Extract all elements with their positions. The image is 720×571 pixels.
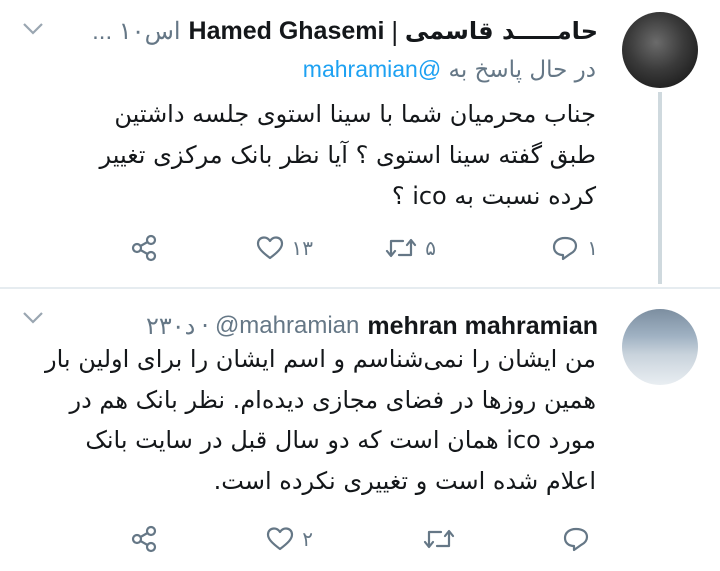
reply-to-prefix: در حال پاسخ به [448,57,596,83]
tweet-text-line: جناب محرمیان شما با سینا استوی جلسه داشت… [114,100,596,128]
reply-to: در حال پاسخ به @mahramian [303,56,596,83]
display-name[interactable]: Hamed Ghasemi [189,17,385,46]
reply-button[interactable]: ۱ [551,228,598,268]
reply-icon [563,527,589,552]
thread-line [658,92,662,284]
tweet-1[interactable]: حامـــــد قاسمی | Hamed Ghasemi ... ۱۰اس… [0,0,720,287]
reply-button[interactable] [562,519,598,559]
tweet-text-line: همین روزها در فضای مجازی دیده‌ام. نظر با… [69,385,597,414]
avatar[interactable] [622,309,698,385]
tweet-header: حامـــــد قاسمی | Hamed Ghasemi ... ۱۰اس [28,14,598,48]
tweet-text-line: اعلام شده است و تغییری نکرده است. [213,466,596,495]
tweet-header: mehran mahramian @mahramian · ۲۳۰د [28,309,598,343]
like-button[interactable]: ۱۳ [256,228,313,268]
tweet-text: جناب محرمیان شما با سینا استوی جلسه داشت… [26,94,597,217]
reply-count: ۱ [587,236,598,260]
heart-icon [267,527,294,551]
like-button[interactable]: ۲ [266,519,313,559]
retweet-icon [423,529,455,549]
like-count: ۲ [302,527,313,551]
like-count: ۱۳ [291,236,313,260]
name-separator: | [390,16,399,46]
tweet-text-line: من ایشان را نمی‌شناسم و اسم ایشان را برا… [44,345,596,373]
chevron-down-icon[interactable] [22,311,44,325]
display-name[interactable]: mehran mahramian [367,312,598,341]
tweet-text: من ایشان را نمی‌شناسم و اسم ایشان را برا… [26,339,596,501]
tweet-text-line: طبق گفته سینا استوی ؟ آیا نظر بانک مرکزی… [99,141,597,169]
tweet-text-line: مورد ico همان است که دو سال قبل در سایت … [85,426,596,454]
share-button[interactable] [130,519,158,559]
chevron-down-icon[interactable] [22,22,44,36]
share-icon [131,234,157,262]
reply-to-handle[interactable]: @mahramian [303,56,441,82]
retweet-button[interactable] [423,519,463,559]
tweet-2[interactable]: mehran mahramian @mahramian · ۲۳۰د من ای… [0,289,720,571]
timestamp[interactable]: ۲۳۰د [146,312,195,341]
share-button[interactable] [130,228,158,268]
retweet-button[interactable]: ۵ [385,228,436,268]
heart-icon [256,236,283,260]
reply-icon [553,236,578,261]
dot-separator: · [201,312,209,340]
share-icon [131,525,157,553]
tweet-text-line: کرده نسبت به ico ؟ [391,182,596,210]
tweet-actions: ۱ ۵ ۱۳ [118,228,598,268]
tweet-actions: ۲ [118,519,598,559]
timestamp[interactable]: ... ۱۰اس [92,17,180,46]
display-name-fa[interactable]: حامـــــد قاسمی [405,17,598,45]
retweet-count: ۵ [425,236,436,260]
handle[interactable]: @mahramian [215,312,359,340]
avatar[interactable] [622,12,698,88]
retweet-icon [386,238,417,258]
